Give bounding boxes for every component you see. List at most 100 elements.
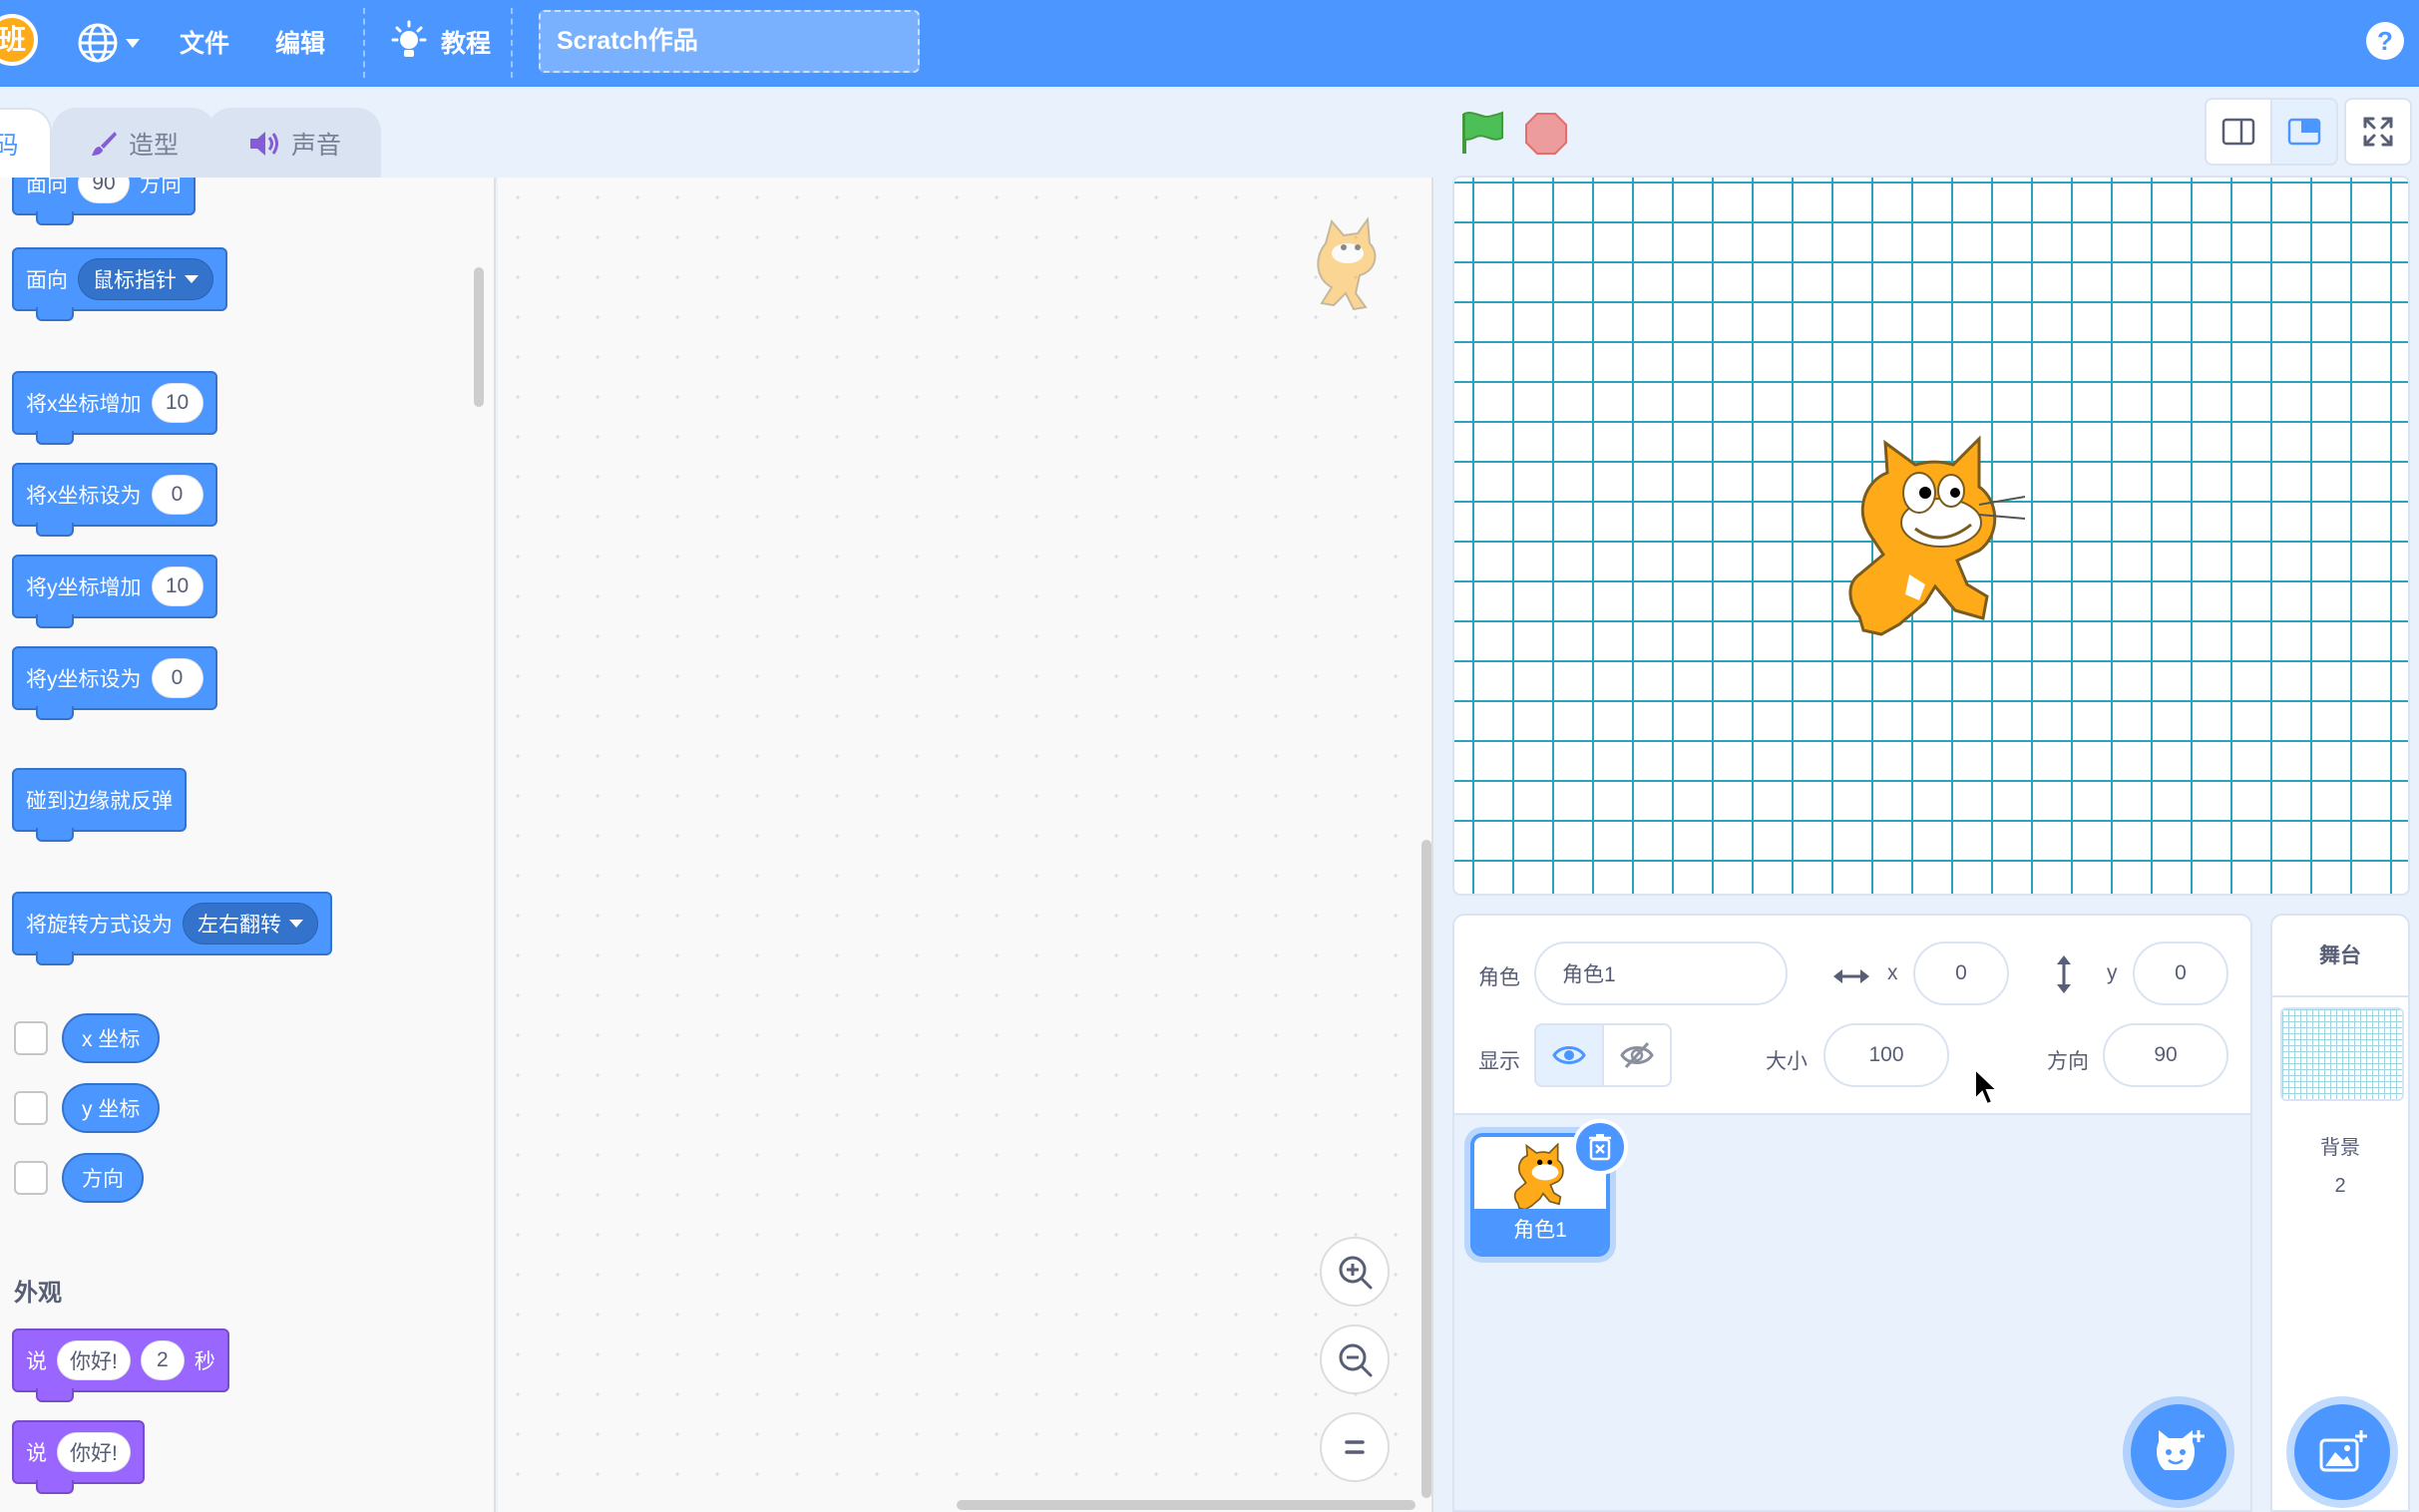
block-palette: 面向 90 方向 面向 鼠标指针 将x坐标增加 10 将x坐标设为 0 将y坐标…	[0, 178, 496, 1512]
script-area[interactable]	[498, 178, 1433, 1512]
cat-plus-icon	[2157, 1430, 2205, 1470]
delete-sprite-button[interactable]	[1572, 1119, 1628, 1175]
tab-sounds[interactable]: 声音	[207, 108, 381, 178]
block-text: 碰到边缘就反弹	[26, 790, 173, 813]
y-input[interactable]: 0	[2133, 942, 2228, 1005]
say-text-input[interactable]: 你好!	[57, 1340, 131, 1380]
stop-icon[interactable]	[1524, 112, 1568, 156]
fullscreen-icon	[2363, 117, 2393, 147]
rotation-style-dropdown[interactable]: 左右翻转	[183, 903, 318, 945]
direction-input[interactable]: 90	[78, 178, 130, 203]
sprite-tile-name: 角色1	[1474, 1209, 1606, 1253]
stage-canvas[interactable]	[1452, 176, 2410, 896]
mouse-cursor-icon	[1974, 1067, 1999, 1106]
reporter-y-position[interactable]: y 坐标	[62, 1083, 161, 1133]
block-rotation-style[interactable]: 将旋转方式设为 左右翻转	[12, 892, 332, 965]
edit-menu[interactable]: 编辑	[275, 24, 325, 60]
help-button[interactable]: ?	[2366, 22, 2404, 60]
show-sprite-button[interactable]	[1534, 1023, 1604, 1087]
backdrops-label: 背景	[2320, 1137, 2360, 1159]
looks-category-label: 外观	[14, 1280, 62, 1307]
palette-scrollbar[interactable]	[474, 267, 484, 407]
image-plus-icon	[2319, 1430, 2367, 1472]
add-backdrop-button[interactable]	[2294, 1404, 2390, 1500]
sprite-watermark-icon	[1317, 216, 1377, 311]
globe-icon	[78, 23, 140, 63]
block-text: 将y坐标设为	[26, 668, 142, 691]
block-text: 说	[26, 1442, 47, 1465]
equals-icon	[1345, 1440, 1365, 1454]
checkbox-y-position[interactable]	[14, 1091, 48, 1125]
small-stage-button[interactable]	[2205, 98, 2272, 166]
block-point-towards[interactable]: 面向 鼠标指针	[12, 247, 227, 321]
block-text: 将x坐标设为	[26, 485, 142, 508]
block-text: 将y坐标增加	[26, 576, 142, 599]
stage-selector[interactable]: 舞台 背景 2	[2270, 914, 2410, 1512]
speaker-icon	[249, 132, 278, 156]
menu-bar: 班 文件 编辑 教程 Scratch作品 ?	[0, 0, 2419, 87]
zoom-reset-button[interactable]	[1320, 1412, 1390, 1482]
block-point-in-direction[interactable]: 面向 90 方向	[12, 178, 196, 225]
tab-sounds-label: 声音	[290, 132, 341, 160]
backdrop-thumbnail[interactable]	[2280, 1007, 2404, 1101]
block-set-x[interactable]: 将x坐标设为 0	[12, 463, 217, 537]
block-say[interactable]: 说 你好!	[12, 1420, 145, 1494]
reporter-x-position[interactable]: x 坐标	[62, 1013, 161, 1063]
normal-stage-icon	[2287, 118, 2321, 146]
size-input[interactable]: 100	[1823, 1023, 1949, 1087]
cat-thumbnail-icon	[1513, 1143, 1564, 1211]
say-text-input[interactable]: 你好!	[57, 1432, 131, 1472]
sprite-name-input[interactable]: 角色1	[1534, 942, 1788, 1005]
block-say-for-secs[interactable]: 说 你好! 2 秒	[12, 1328, 229, 1402]
scratch-logo[interactable]: 班	[0, 14, 38, 66]
towards-dropdown[interactable]: 鼠标指针	[78, 258, 213, 300]
block-text: 面向	[26, 269, 68, 292]
reporter-direction[interactable]: 方向	[62, 1153, 144, 1203]
tab-costumes-label: 造型	[128, 132, 179, 160]
tab-costumes[interactable]: 造型	[52, 108, 215, 178]
normal-stage-button[interactable]	[2270, 98, 2338, 166]
zoom-in-icon	[1339, 1256, 1373, 1290]
zoom-out-button[interactable]	[1320, 1324, 1390, 1394]
block-text: 方向	[140, 178, 182, 196]
block-change-x[interactable]: 将x坐标增加 10	[12, 371, 217, 445]
add-sprite-button[interactable]	[2131, 1404, 2226, 1500]
green-flag-icon[interactable]	[1458, 110, 1506, 156]
language-menu[interactable]	[76, 20, 146, 66]
x-input[interactable]: 0	[1913, 942, 2009, 1005]
direction-input[interactable]: 90	[2103, 1023, 2228, 1087]
block-text: 秒	[194, 1350, 215, 1373]
script-area-horizontal-scrollbar[interactable]	[957, 1500, 1415, 1510]
small-stage-icon	[2221, 118, 2255, 146]
script-area-vertical-scrollbar[interactable]	[1421, 840, 1431, 1498]
block-text: 将旋转方式设为	[26, 914, 173, 937]
lightbulb-icon[interactable]	[389, 20, 429, 66]
set-x-input[interactable]: 0	[151, 475, 203, 515]
fullscreen-button[interactable]	[2344, 98, 2412, 166]
change-y-input[interactable]: 10	[151, 567, 203, 606]
dropdown-value: 左右翻转	[198, 914, 281, 937]
block-bounce[interactable]: 碰到边缘就反弹	[12, 768, 187, 842]
tutorials-menu[interactable]: 教程	[441, 24, 491, 60]
block-set-y[interactable]: 将y坐标设为 0	[12, 646, 217, 720]
checkbox-x-position[interactable]	[14, 1021, 48, 1055]
change-x-input[interactable]: 10	[151, 383, 203, 423]
zoom-in-button[interactable]	[1320, 1237, 1390, 1307]
block-change-y[interactable]: 将y坐标增加 10	[12, 555, 217, 628]
cat-sprite[interactable]	[1829, 435, 2029, 644]
block-text: 说	[26, 1350, 47, 1373]
set-y-input[interactable]: 0	[151, 658, 203, 698]
file-menu[interactable]: 文件	[180, 24, 229, 60]
sprite-info: 角色 角色1 x 0 y 0 显示 大小 100 方向 90	[1454, 916, 2250, 1115]
sprite-pane: 角色 角色1 x 0 y 0 显示 大小 100 方向 90 角色1	[1452, 914, 2252, 1512]
dropdown-value: 鼠标指针	[93, 269, 177, 292]
checkbox-direction[interactable]	[14, 1161, 48, 1195]
block-text: 将x坐标增加	[26, 393, 142, 416]
say-secs-input[interactable]: 2	[140, 1340, 185, 1380]
tab-code[interactable]: 码	[0, 108, 52, 178]
trash-icon	[1589, 1134, 1611, 1161]
backdrops-count: 2	[2334, 1175, 2346, 1197]
hide-sprite-button[interactable]	[1602, 1023, 1672, 1087]
tab-code-label: 码	[0, 132, 19, 160]
project-title-input[interactable]: Scratch作品	[539, 10, 920, 73]
